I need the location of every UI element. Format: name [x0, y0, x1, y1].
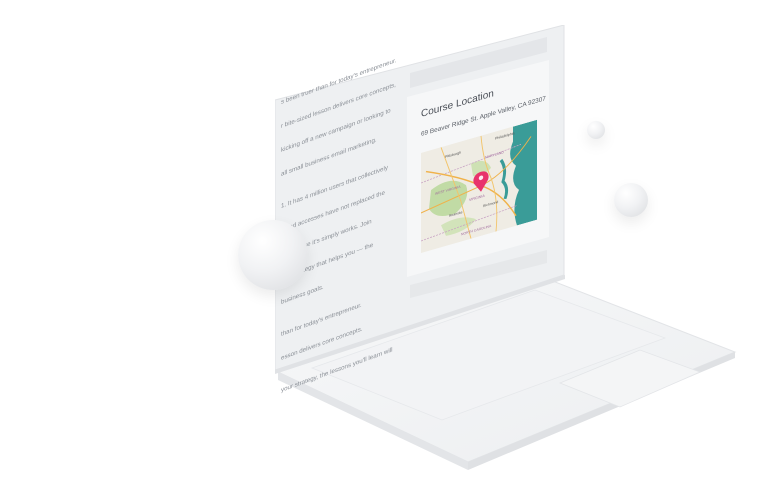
- laptop-mockup-scene: s been truer than for today's entreprene…: [0, 0, 775, 484]
- decorative-sphere-small: [587, 121, 605, 139]
- decorative-sphere-large: [238, 220, 308, 290]
- hinge: [275, 275, 565, 374]
- decorative-sphere-medium: [614, 183, 648, 217]
